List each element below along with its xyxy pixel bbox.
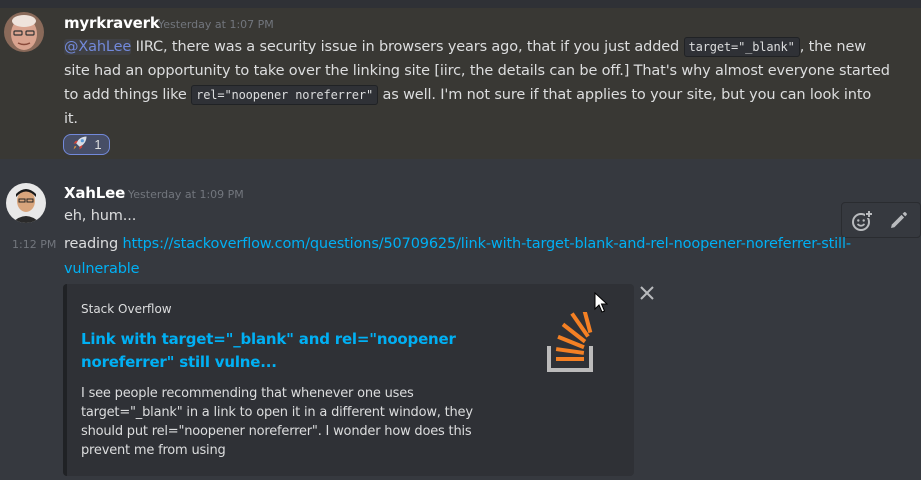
chat-window: myrkraverk Yesterday at 1:07 PM @XahLee … (0, 0, 921, 480)
message-line-2: site had an opportunity to take over the… (64, 63, 890, 79)
edit-pencil-icon[interactable] (887, 210, 909, 232)
message-timestamp: Yesterday at 1:07 PM (158, 18, 274, 31)
avatar-xahlee[interactable] (6, 183, 46, 223)
embed-title[interactable]: Link with target="_blank" and rel="noope… (81, 328, 521, 374)
message-link[interactable]: vulnerable (64, 261, 140, 277)
author-name[interactable]: XahLee (64, 184, 125, 202)
author-name[interactable]: myrkraverk (64, 14, 160, 32)
message-line-3: to add things like rel="noopener norefer… (64, 85, 872, 105)
message-text: as well. I'm not sure if that applies to… (378, 87, 872, 103)
avatar-myrkraverk[interactable] (4, 12, 44, 52)
message-link[interactable]: https://stackoverflow.com/questions/5070… (123, 236, 852, 252)
top-divider (0, 0, 921, 8)
message-text: to add things like (64, 87, 192, 103)
message-timestamp: Yesterday at 1:09 PM (128, 188, 244, 201)
mouse-cursor-icon (594, 291, 609, 314)
message-line-4: it. (64, 111, 78, 127)
close-icon[interactable] (638, 284, 656, 302)
message-text: IIRC, there was a security issue in brow… (131, 39, 684, 55)
inline-code: target="_blank" (683, 37, 800, 57)
message-line: reading https://stackoverflow.com/questi… (64, 236, 851, 252)
message-text: , the new (799, 39, 866, 55)
embed-provider[interactable]: Stack Overflow (81, 302, 172, 316)
add-reaction-icon[interactable] (851, 210, 873, 232)
reaction-button[interactable]: 1 (63, 134, 110, 155)
message-toolbar (841, 202, 921, 238)
reaction-count: 1 (94, 137, 102, 152)
message-line-1: @XahLee IIRC, there was a security issue… (64, 37, 866, 57)
message-line: vulnerable (64, 261, 140, 277)
message-text: reading (64, 236, 123, 252)
inline-code: rel="noopener noreferrer" (191, 85, 379, 105)
embed-description: I see people recommending that whenever … (81, 386, 473, 458)
user-mention[interactable]: @XahLee (64, 39, 131, 55)
rocket-icon (71, 134, 89, 156)
hover-timestamp: 1:12 PM (12, 238, 57, 251)
link-embed: Stack Overflow Link with target="_blank"… (63, 284, 634, 476)
message-text: eh, hum... (64, 208, 137, 224)
stackoverflow-logo-icon[interactable] (541, 306, 601, 372)
embed-accent-bar (63, 284, 67, 476)
